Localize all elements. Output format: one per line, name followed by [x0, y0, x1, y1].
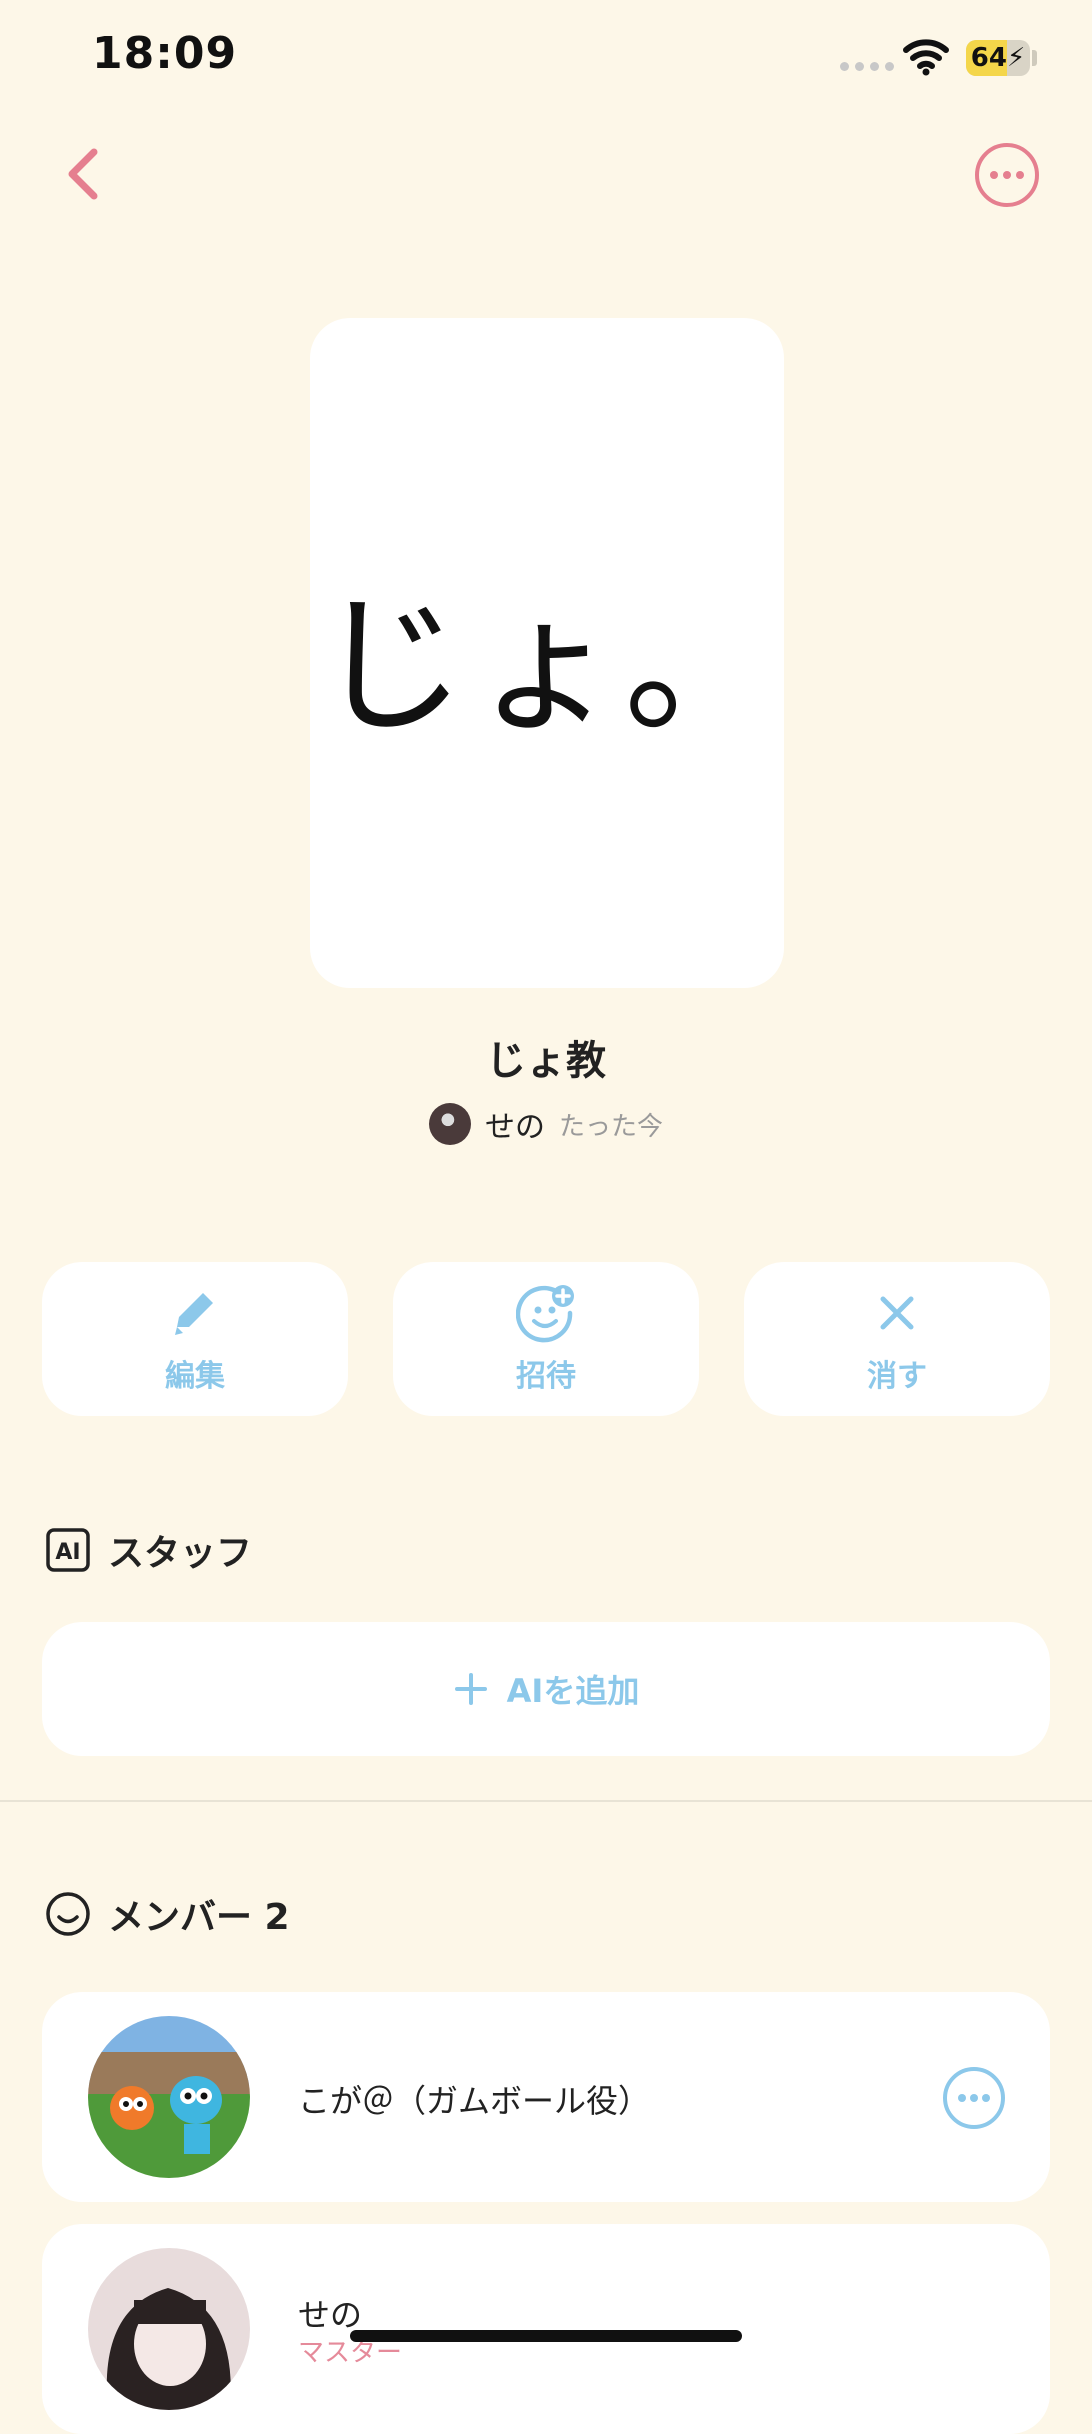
back-chevron-icon[interactable] — [58, 144, 108, 204]
ai-staff-heading: AI スタッフ — [44, 1524, 252, 1576]
battery-nub — [1032, 50, 1037, 66]
add-ai-button[interactable]: AIを追加 — [42, 1622, 1050, 1756]
ai-badge-icon: AI — [46, 1528, 90, 1572]
edit-button[interactable]: 編集 — [42, 1262, 348, 1416]
delete-button[interactable]: 消す — [744, 1262, 1050, 1416]
edit-label: 編集 — [165, 1359, 225, 1394]
cover-card[interactable]: じょ。 — [310, 318, 784, 988]
member-row[interactable]: せの マスター — [42, 2224, 1050, 2434]
section-divider — [0, 1800, 1092, 1802]
status-time: 18:09 — [92, 28, 238, 79]
more-options-icon[interactable] — [974, 142, 1040, 208]
member-avatar[interactable] — [88, 2016, 250, 2178]
members-title: メンバー 2 — [108, 1897, 290, 1938]
invite-button[interactable]: 招待 — [393, 1262, 699, 1416]
author-avatar[interactable] — [428, 1103, 471, 1145]
pencil-icon — [175, 1293, 213, 1335]
post-time: たった今 — [558, 1111, 663, 1142]
member-avatar[interactable] — [88, 2248, 250, 2410]
cellular-signal-icon — [840, 62, 894, 71]
invite-smile-plus-icon — [516, 1285, 574, 1343]
author-name[interactable]: せの — [485, 1102, 545, 1146]
member-row[interactable]: こが＠（ガムボール役） — [42, 1992, 1050, 2202]
members-heading: メンバー 2 — [44, 1888, 290, 1940]
page-title: じょ教 — [486, 1038, 606, 1084]
delete-label: 消す — [867, 1359, 927, 1394]
smile-icon — [46, 1892, 90, 1936]
ai-staff-title: スタッフ — [108, 1533, 253, 1574]
close-icon — [880, 1296, 914, 1330]
member-options-icon[interactable] — [942, 2066, 1006, 2130]
add-ai-label: AIを追加 — [506, 1672, 640, 1710]
member-name: こが＠（ガムボール役） — [298, 2082, 651, 2120]
author-row: せの たった今 — [0, 1102, 1092, 1146]
home-indicator[interactable] — [350, 2330, 742, 2342]
invite-label: 招待 — [516, 1359, 576, 1394]
battery-level: 64 — [970, 43, 1007, 73]
plus-icon — [454, 1673, 487, 1705]
battery-icon: 64 ⚡ — [966, 40, 1030, 76]
member-name: せの — [298, 2296, 363, 2334]
cover-text: じょ。 — [315, 579, 778, 754]
svg-text:AI: AI — [55, 1540, 80, 1565]
wifi-icon — [903, 39, 949, 76]
